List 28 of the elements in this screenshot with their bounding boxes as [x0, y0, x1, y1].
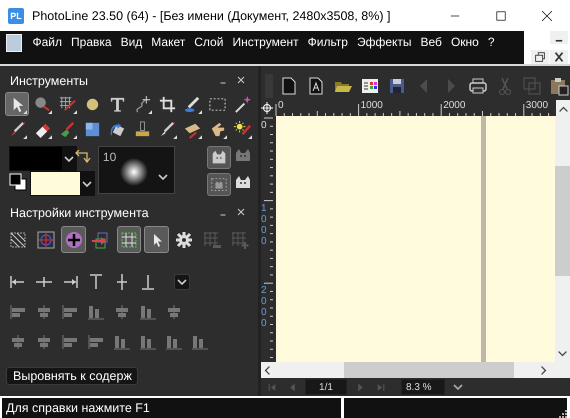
menu-item[interactable]: Инструмент	[228, 33, 304, 51]
zoom-field[interactable]: 8.3 %	[401, 379, 445, 395]
menu-item[interactable]: Фильтр	[303, 33, 352, 51]
ruler-label: 2000	[443, 100, 466, 111]
window-title: PhotoLine 23.50 (64) - [Без имени (Документ, 2480x3508, 8%) ]	[32, 8, 392, 22]
menu-item[interactable]: Вид	[116, 33, 147, 51]
ruler-label: 0	[261, 120, 267, 131]
menu-item[interactable]: ?	[483, 33, 500, 51]
brush-size: 10	[102, 149, 118, 166]
ruler-label: 3000	[526, 100, 548, 111]
ruler-label: 1000	[261, 202, 267, 247]
menu-item[interactable]: Веб	[416, 33, 446, 51]
menu-item[interactable]: Макет	[146, 33, 190, 51]
menu-item[interactable]: Правка	[66, 33, 116, 51]
menu-item[interactable]: Слой	[190, 33, 228, 51]
ruler-label: 2000	[261, 285, 267, 330]
align-mode-dropdown[interactable]: Выровнять к содерж	[6, 367, 138, 385]
panel-title: Настройки инструмента	[10, 206, 150, 220]
page-field[interactable]: 1/1	[305, 379, 347, 395]
menu-item[interactable]: Эффекты	[352, 33, 416, 51]
panel-title: Инструменты	[10, 74, 89, 88]
app-logo: PL	[8, 8, 24, 24]
menu-item[interactable]: Файл	[28, 33, 67, 51]
brush-preview[interactable]: 10	[98, 146, 175, 194]
menu-item[interactable]: Окно	[446, 33, 484, 51]
ruler-label: 0	[278, 100, 284, 111]
status-text: Для справки нажмите F1	[2, 398, 341, 418]
ruler-label: 1000	[360, 100, 383, 111]
